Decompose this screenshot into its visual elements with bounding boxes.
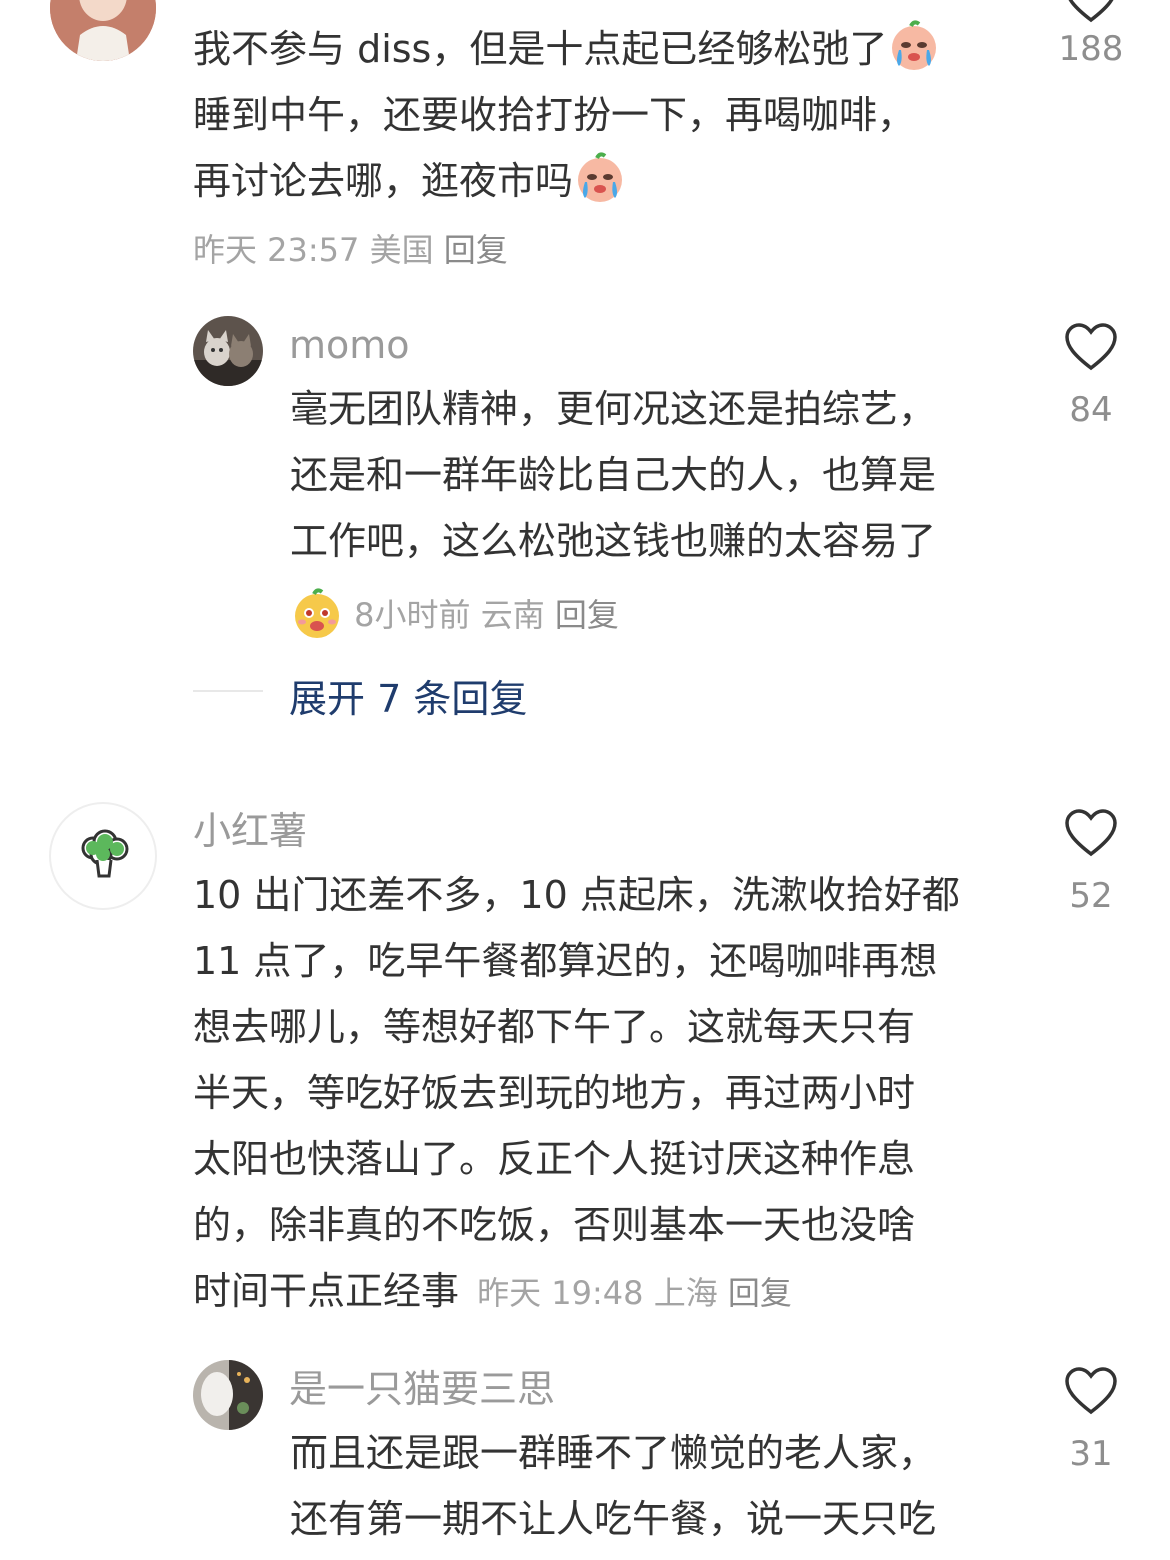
like-count: 84 (1069, 390, 1113, 430)
expand-replies-button[interactable]: 展开 7 条回复 (289, 668, 527, 723)
cheeky-emoji-icon (290, 586, 344, 640)
avatar-illustration (193, 316, 263, 386)
crying-emoji-icon (887, 18, 941, 72)
comment-username[interactable]: 小红薯 (193, 808, 307, 854)
reply-text-line: 还有第一期不让人吃午餐，说一天只吃 (290, 1497, 937, 1541)
heart-icon[interactable] (1064, 322, 1118, 372)
comment-text: 10 出门还差不多，10 点起床，洗漱收拾好都 11 点了，吃早午餐都算迟的，还… (193, 862, 960, 1326)
heart-icon[interactable] (1064, 1366, 1118, 1416)
comment-text-line: 太阳也快落山了。反正个人挺讨厌这种作息 (193, 1137, 916, 1181)
crying-emoji-icon (573, 150, 627, 204)
comment-text-line: 想去哪儿，等想好都下午了。这就每天只有 (193, 1005, 916, 1049)
avatar[interactable] (49, 802, 157, 910)
comment-text: 我不参与 diss，但是十点起已经够松弛了 睡到中午，还要收拾打扮一下，再喝咖啡… (193, 16, 941, 214)
comment-text-line: 11 点了，吃早午餐都算迟的，还喝咖啡再想 (193, 939, 938, 983)
reply-button[interactable]: 回复 (444, 231, 508, 269)
reply-username[interactable]: 是一只猫要三思 (289, 1366, 555, 1412)
avatar[interactable] (50, 0, 156, 61)
comment-time: 昨天 19:48 (477, 1274, 644, 1312)
reply-text: 毫无团队精神，更何况这还是拍综艺， 还是和一群年龄比自己大的人，也算是 工作吧，… (290, 376, 936, 574)
reply-button[interactable]: 回复 (728, 1274, 792, 1312)
reply-text-line: 而且还是跟一群睡不了懒觉的老人家， (290, 1431, 937, 1475)
avatar-illustration (193, 1360, 263, 1430)
comment-meta: 昨天 23:57 美国 回复 (193, 230, 508, 270)
avatar-illustration (50, 0, 156, 61)
reply-location: 云南 (480, 596, 545, 634)
avatar[interactable] (193, 316, 263, 386)
expand-divider (193, 690, 263, 692)
comment-text-line: 再讨论去哪，逛夜市吗 (193, 148, 941, 214)
heart-icon[interactable] (1064, 0, 1118, 24)
comment-location: 美国 (369, 231, 434, 269)
avatar[interactable] (193, 1360, 263, 1430)
reply-time: 8小时前 (354, 596, 471, 634)
like-count: 52 (1069, 876, 1113, 916)
broccoli-icon (81, 829, 129, 878)
reply-meta: 8小时前 云南 回复 (290, 586, 619, 640)
reply-text-line: 还是和一群年龄比自己大的人，也算是 (290, 453, 937, 497)
comment-text-line: 半天，等吃好饭去到玩的地方，再过两小时 (193, 1071, 916, 1115)
comment-meta: 昨天 19:48 上海 回复 (477, 1274, 792, 1312)
comment-text-line: 10 出门还差不多，10 点起床，洗漱收拾好都 (193, 873, 960, 917)
like-count: 188 (1058, 29, 1124, 69)
reply-username[interactable]: momo (289, 322, 410, 368)
reply-button[interactable]: 回复 (555, 596, 619, 634)
comment-text-line: 睡到中午，还要收拾打扮一下，再喝咖啡， (193, 93, 916, 137)
comment-time: 昨天 23:57 (193, 231, 360, 269)
like-count: 31 (1069, 1434, 1113, 1474)
heart-icon[interactable] (1064, 808, 1118, 858)
reply-text-line: 工作吧，这么松弛这钱也赚的太容易了 (290, 519, 937, 563)
comment-location: 上海 (653, 1274, 718, 1312)
reply-text: 而且还是跟一群睡不了懒觉的老人家， 还有第一期不让人吃午餐，说一天只吃 (290, 1420, 936, 1552)
comment-text-line: 的，除非真的不吃饭，否则基本一天也没啥 (193, 1203, 916, 1247)
comment-text-line: 时间干点正经事 昨天 19:48 上海 回复 (193, 1269, 792, 1313)
reply-text-line: 毫无团队精神，更何况这还是拍综艺， (290, 387, 937, 431)
comment-text-line: 我不参与 diss，但是十点起已经够松弛了 (193, 16, 941, 82)
